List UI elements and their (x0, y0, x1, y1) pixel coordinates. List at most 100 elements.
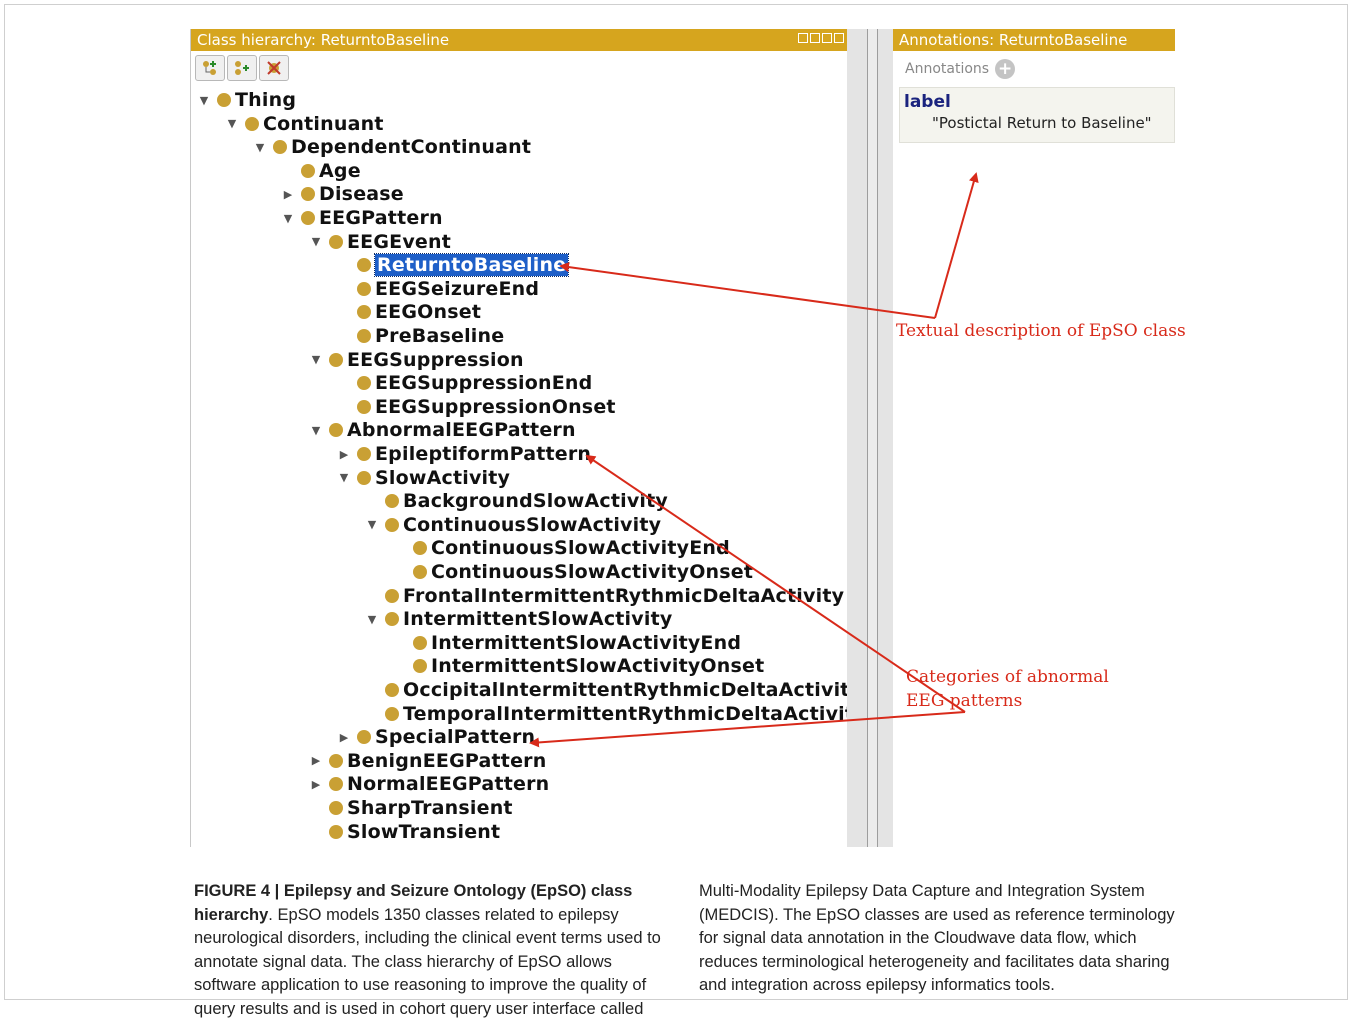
annotations-header: Annotations + (893, 51, 1175, 87)
class-icon (217, 93, 231, 107)
tree-node[interactable]: ContinuousSlowActivityOnset (413, 561, 753, 583)
tree-node-label: SlowTransient (347, 820, 501, 843)
tree-node-label: EpileptiformPattern (375, 443, 592, 465)
class-icon (357, 376, 371, 391)
class-tree: ▼ Thing ▼ Continuant ▼ DependentContinuant Age… (191, 85, 848, 845)
tree-node-label: IntermittentSlowActivityOnset (431, 655, 765, 678)
callout-categories-line2: EEG patterns (906, 691, 1023, 711)
tree-node-label: EEGSeizureEnd (375, 277, 540, 300)
annotation-key: label (904, 92, 951, 112)
annotation-entry[interactable]: label "Postictal Return to Baseline" (899, 87, 1175, 143)
tree-node[interactable]: EEGSuppressionOnset (357, 396, 616, 418)
annotations-section-label: Annotations (905, 61, 990, 77)
add-sibling-class-button[interactable] (227, 55, 257, 81)
tree-node[interactable]: ▼ EEGPattern (283, 207, 443, 229)
add-sibling-class-icon (235, 61, 249, 75)
close-icon[interactable] (834, 33, 844, 43)
delete-class-icon (267, 61, 281, 75)
tree-node[interactable]: ContinuousSlowActivityEnd (413, 537, 730, 559)
tree-node[interactable]: ▼ AbnormalEEGPattern (311, 419, 576, 441)
tree-node[interactable]: PreBaseline (357, 325, 504, 347)
class-icon (413, 635, 427, 650)
figure-caption-title-suffix: . (268, 905, 273, 924)
tree-node[interactable]: ▶ NormalEEGPattern (311, 773, 549, 795)
tree-node-label: ContinuousSlowActivityEnd (431, 537, 730, 560)
class-icon (329, 824, 343, 839)
delete-class-button[interactable] (259, 55, 289, 81)
tree-node[interactable]: EEGSeizureEnd (357, 278, 539, 300)
class-hierarchy-toolbar (191, 51, 848, 85)
expanded-triangle-icon[interactable]: ▼ (367, 518, 377, 531)
tree-node-label: EEGEvent (347, 230, 452, 253)
tree-node[interactable]: ▼ Thing (199, 89, 296, 111)
expanded-triangle-icon[interactable]: ▼ (311, 424, 321, 437)
expanded-triangle-icon[interactable]: ▼ (283, 212, 293, 225)
tree-node[interactable]: OccipitalIntermittentRythmicDeltaActivit… (385, 679, 848, 701)
class-icon (301, 187, 315, 202)
tree-node-label: NormalEEGPattern (347, 773, 550, 796)
tree-node[interactable]: ▼ EEGEvent (311, 231, 451, 253)
class-icon (357, 281, 371, 296)
tree-node[interactable]: Age (301, 160, 361, 182)
tree-node-label: SpecialPattern (375, 726, 536, 749)
add-subclass-button[interactable] (195, 55, 225, 81)
expanded-triangle-icon[interactable]: ▼ (255, 141, 265, 154)
tree-node-label: OccipitalIntermittentRythmicDeltaActivit… (403, 679, 848, 701)
class-icon (413, 659, 427, 674)
tree-node[interactable]: ▶ Disease (283, 183, 404, 205)
expanded-triangle-icon[interactable]: ▼ (199, 94, 209, 107)
collapsed-triangle-icon[interactable]: ▶ (339, 448, 349, 461)
tree-node[interactable]: BackgroundSlowActivity (385, 490, 668, 512)
class-icon (357, 447, 371, 461)
tree-node[interactable]: ▼ Continuant (227, 113, 384, 135)
collapsed-triangle-icon[interactable]: ▶ (339, 731, 349, 744)
tree-node[interactable]: ▶ SpecialPattern (339, 726, 535, 748)
tree-node[interactable]: ▼ ContinuousSlowActivity (367, 514, 661, 536)
add-annotation-icon[interactable]: + (995, 59, 1016, 79)
tree-node-label: EEGSuppressionOnset (375, 395, 616, 418)
tree-node[interactable]: ▼ DependentContinuant (255, 136, 531, 158)
figure-caption-right-text: Multi-Modality Epilepsy Data Capture and… (699, 882, 1175, 994)
expanded-triangle-icon[interactable]: ▼ (367, 613, 377, 626)
tree-node[interactable]: TemporalIntermittentRythmicDeltaActivity (385, 703, 848, 725)
collapsed-triangle-icon[interactable]: ▶ (311, 754, 321, 767)
tree-node-label: BackgroundSlowActivity (403, 490, 669, 513)
expanded-triangle-icon[interactable]: ▼ (339, 471, 349, 484)
tree-node[interactable]: EEGOnset (357, 301, 481, 323)
class-icon (385, 683, 399, 697)
tree-node[interactable]: EEGSuppressionEnd (357, 372, 592, 394)
tree-node[interactable]: SharpTransient (329, 797, 513, 819)
minimize-icon[interactable] (810, 33, 820, 43)
tree-node[interactable]: SlowTransient (329, 821, 500, 843)
tree-node[interactable]: ▼ SlowActivity (339, 467, 510, 489)
tree-node[interactable]: ▶ EpileptiformPattern (339, 443, 591, 465)
tree-node-label: PreBaseline (375, 325, 505, 347)
tree-node-label: EEGPattern (319, 207, 443, 229)
class-icon (385, 612, 399, 627)
class-icon (329, 753, 343, 768)
tree-node[interactable]: IntermittentSlowActivityOnset (413, 655, 764, 677)
class-icon (385, 494, 399, 509)
tree-node[interactable]: IntermittentSlowActivityEnd (413, 632, 741, 654)
collapsed-triangle-icon[interactable]: ▶ (311, 778, 321, 791)
expanded-triangle-icon[interactable]: ▼ (311, 235, 321, 248)
tree-node-label: Continuant (263, 112, 384, 135)
callout-textual-description: Textual description of EpSO class (896, 321, 1186, 341)
panel-splitter[interactable] (847, 29, 893, 847)
tree-node-label: ContinuousSlowActivityOnset (431, 561, 754, 583)
view-options-icon[interactable] (798, 33, 808, 43)
tree-node[interactable]: ▶ BenignEEGPattern (311, 749, 547, 772)
tree-node-label: BenignEEGPattern (347, 749, 547, 772)
tree-node[interactable]: ▼ EEGSuppression (311, 349, 524, 371)
tree-node-label: TemporalIntermittentRythmicDeltaActivity (403, 702, 848, 725)
expanded-triangle-icon[interactable]: ▼ (227, 117, 237, 130)
class-icon (301, 211, 315, 225)
collapsed-triangle-icon[interactable]: ▶ (283, 188, 293, 201)
tree-node[interactable]: ReturntoBaseline (357, 253, 570, 278)
maximize-icon[interactable] (822, 33, 832, 43)
tree-node[interactable]: ▼ IntermittentSlowActivity (367, 608, 672, 630)
class-icon (273, 140, 287, 155)
tree-node[interactable]: FrontalIntermittentRythmicDeltaActivity (385, 585, 844, 607)
expanded-triangle-icon[interactable]: ▼ (311, 353, 321, 366)
class-icon (413, 565, 427, 579)
